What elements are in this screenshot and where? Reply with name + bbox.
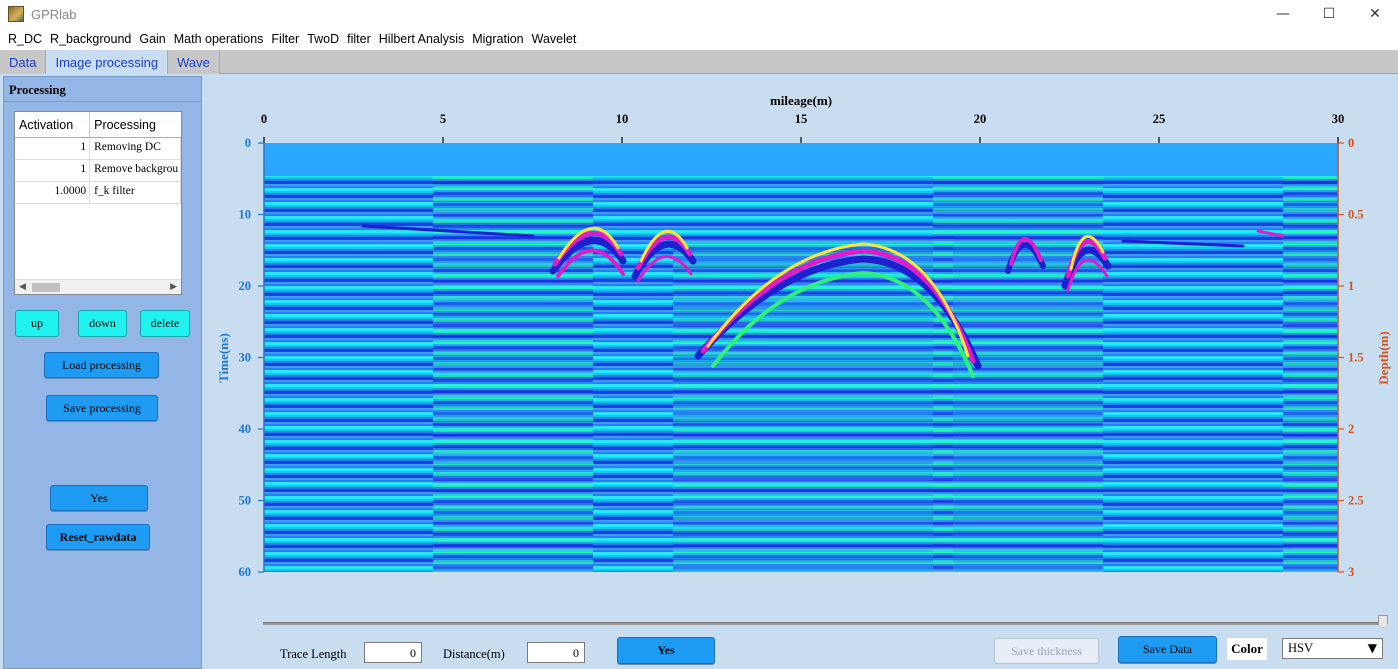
menu-twod-filter[interactable]: filter: [343, 32, 375, 46]
x-tick-label: 10: [616, 112, 629, 126]
reset-rawdata-button[interactable]: Reset_rawdata: [46, 524, 150, 550]
down-button[interactable]: down: [78, 310, 127, 337]
table-horizontal-scrollbar[interactable]: ◀ ▶: [15, 279, 181, 294]
delete-button[interactable]: delete: [140, 310, 190, 337]
menu-migration[interactable]: Migration: [468, 32, 527, 46]
tab-image-processing[interactable]: Image processing: [46, 50, 169, 74]
scroll-right-icon[interactable]: ▶: [170, 281, 177, 292]
y-axis-ticks: 0 10 20 30 40 50 60: [239, 136, 264, 579]
panel-divider: [4, 101, 201, 102]
x-axis-ticks: 0 5 10 15 20 25 30: [261, 112, 1344, 143]
close-button[interactable]: ✕: [1352, 0, 1398, 28]
table-row[interactable]: 1 Remove backgrou: [15, 160, 181, 182]
table-row[interactable]: 1 Removing DC: [15, 138, 181, 160]
depth-axis-ticks: 0 0.5 1 1.5 2 2.5 3: [1338, 136, 1364, 579]
activation-cell[interactable]: 1: [15, 138, 91, 159]
yes-button[interactable]: Yes: [50, 485, 148, 511]
load-processing-button[interactable]: Load processing: [44, 352, 159, 378]
y-tick-label: 0: [245, 136, 251, 150]
trace-slider-thumb[interactable]: [1378, 615, 1388, 628]
menu-wavelet[interactable]: Wavelet: [528, 32, 581, 46]
y-tick-label: 10: [239, 208, 252, 222]
title-bar: GPRlab — ☐ ✕: [0, 0, 1398, 28]
y-tick-label: 40: [239, 422, 252, 436]
menu-math-operations[interactable]: Math operations: [170, 32, 268, 46]
trace-slider-track[interactable]: [263, 622, 1387, 625]
right-axis-label: Depth(m): [1376, 331, 1391, 384]
column-header-processing[interactable]: Processing: [90, 112, 181, 137]
processing-table[interactable]: Activation Processing 1 Removing DC 1 Re…: [14, 111, 182, 295]
menu-r-dc[interactable]: R_DC: [4, 32, 46, 46]
depth-tick-label: 0: [1348, 136, 1354, 150]
left-axis-label: Time(ns): [216, 333, 231, 383]
processing-cell[interactable]: Removing DC: [90, 138, 181, 159]
menu-filter[interactable]: Filter: [267, 32, 303, 46]
distance-input[interactable]: 0: [527, 642, 585, 663]
processing-cell[interactable]: f_k filter: [90, 182, 181, 203]
depth-tick-label: 2: [1348, 422, 1354, 436]
activation-cell[interactable]: 1: [15, 160, 91, 181]
processing-panel: Processing Activation Processing 1 Remov…: [3, 76, 202, 669]
menu-hilbert-analysis[interactable]: Hilbert Analysis: [375, 32, 468, 46]
colormap-select[interactable]: HSV ▼: [1282, 638, 1383, 659]
gpr-radargram-plot[interactable]: 0 5 10 15 20 25 30 0 10 20 30 40 50 60 0 0.5 1 1.5 2 2.5 3…: [203, 76, 1398, 616]
radargram-image: [264, 143, 1338, 572]
table-row[interactable]: 1.0000 f_k filter: [15, 182, 181, 204]
trace-length-label: Trace Length: [280, 647, 347, 661]
tab-wave[interactable]: Wave: [168, 50, 220, 74]
y-tick-label: 30: [239, 351, 252, 365]
menu-twod[interactable]: TwoD: [303, 32, 343, 46]
save-data-button[interactable]: Save Data: [1118, 636, 1217, 663]
x-tick-label: 0: [261, 112, 267, 126]
processing-cell[interactable]: Remove backgrou: [90, 160, 181, 181]
colormap-value: HSV: [1288, 641, 1314, 655]
x-tick-label: 30: [1332, 112, 1345, 126]
y-tick-label: 60: [239, 565, 252, 579]
menu-gain[interactable]: Gain: [135, 32, 169, 46]
app-icon: [8, 6, 24, 22]
chevron-down-icon[interactable]: ▼: [1368, 641, 1377, 655]
x-tick-label: 25: [1153, 112, 1166, 126]
y-tick-label: 50: [239, 494, 252, 508]
window-title: GPRlab: [31, 6, 77, 22]
scrollbar-thumb[interactable]: [32, 283, 60, 292]
menu-bar: R_DC R_background Gain Math operations F…: [0, 28, 1398, 50]
panel-title: Processing: [9, 83, 66, 97]
y-tick-label: 20: [239, 279, 252, 293]
minimize-button[interactable]: —: [1260, 0, 1306, 28]
save-thickness-button[interactable]: Save thickness: [994, 638, 1099, 664]
depth-tick-label: 0.5: [1348, 208, 1364, 222]
activation-cell[interactable]: 1.0000: [15, 182, 91, 203]
x-tick-label: 15: [795, 112, 808, 126]
depth-tick-label: 3: [1348, 565, 1354, 579]
color-label: Color: [1227, 638, 1267, 660]
x-tick-label: 5: [440, 112, 446, 126]
tab-bar: Data Image processing Wave: [0, 50, 1398, 74]
depth-tick-label: 1.5: [1348, 351, 1364, 365]
menu-r-background[interactable]: R_background: [46, 32, 135, 46]
depth-tick-label: 2.5: [1348, 494, 1364, 508]
distance-label: Distance(m): [443, 647, 505, 661]
save-processing-button[interactable]: Save processing: [46, 395, 158, 421]
depth-tick-label: 1: [1348, 279, 1354, 293]
scroll-left-icon[interactable]: ◀: [19, 281, 26, 292]
apply-yes-button[interactable]: Yes: [617, 637, 715, 664]
tab-data[interactable]: Data: [0, 50, 47, 74]
x-tick-label: 20: [974, 112, 987, 126]
trace-length-input[interactable]: 0: [364, 642, 422, 663]
maximize-button[interactable]: ☐: [1306, 0, 1352, 28]
up-button[interactable]: up: [15, 310, 59, 337]
column-header-activation[interactable]: Activation: [15, 112, 91, 137]
plot-title: mileage(m): [770, 93, 832, 108]
